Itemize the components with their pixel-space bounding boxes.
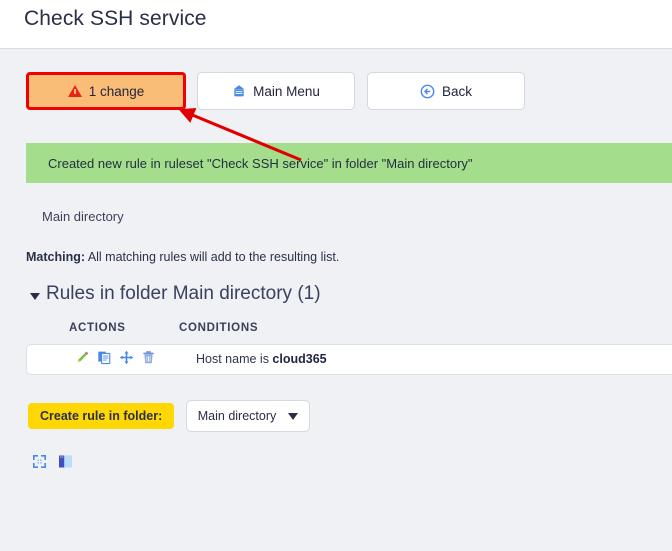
caret-down-icon: [288, 412, 299, 420]
rules-section-header[interactable]: Rules in folder Main directory (1): [30, 283, 321, 305]
toolbar: 1 change Main Menu Back: [0, 72, 672, 114]
row-condition-value: cloud365: [272, 352, 327, 366]
success-banner-text: Created new rule in ruleset "Check SSH s…: [48, 155, 473, 171]
move-icon[interactable]: [119, 350, 134, 370]
back-circle-arrow-icon: [420, 84, 435, 99]
table-row: Host name is cloud365: [26, 344, 672, 375]
success-banner: Created new rule in ruleset "Check SSH s…: [26, 143, 672, 183]
main-menu-button[interactable]: Main Menu: [197, 72, 355, 110]
page-title: Check SSH service: [24, 7, 207, 30]
main-menu-label: Main Menu: [253, 83, 320, 99]
breadcrumb[interactable]: Main directory: [42, 209, 124, 224]
back-label: Back: [441, 83, 472, 99]
folder-select[interactable]: Main directory: [186, 400, 310, 432]
pending-changes-label: 1 change: [88, 83, 145, 99]
column-header-conditions: CONDITIONS: [179, 322, 259, 334]
toggle-sidebar-icon[interactable]: [58, 454, 73, 474]
column-header-actions: ACTIONS: [69, 322, 126, 334]
expand-fullscreen-icon[interactable]: [32, 454, 47, 474]
matching-info: Matching: All matching rules will add to…: [26, 250, 339, 264]
row-condition: Host name is cloud365: [196, 352, 327, 366]
matching-label: Matching:: [26, 250, 86, 264]
create-rule-button[interactable]: Create rule in folder:: [28, 403, 175, 429]
home-icon: [232, 84, 246, 98]
matching-text: All matching rules will add to the resul…: [85, 250, 340, 264]
duplicate-icon[interactable]: [97, 350, 112, 370]
pending-changes-button[interactable]: 1 change: [26, 72, 186, 110]
delete-trash-icon[interactable]: [141, 350, 156, 370]
row-actions: [75, 350, 156, 370]
edit-pencil-icon[interactable]: [75, 350, 90, 370]
page-header: Check SSH service: [0, 0, 672, 49]
folder-select-value: Main directory: [197, 409, 277, 423]
warning-triangle-icon: [67, 85, 82, 97]
caret-down-icon: [30, 292, 40, 300]
page-root: Check SSH service 1 change Main Menu Bac…: [0, 0, 672, 551]
row-condition-prefix: Host name is: [196, 352, 273, 366]
rules-table-header: ACTIONS CONDITIONS: [0, 322, 672, 340]
rules-section-title: Rules in folder Main directory (1): [46, 283, 321, 304]
back-button[interactable]: Back: [367, 72, 525, 110]
footer-toolbar: [32, 454, 73, 474]
